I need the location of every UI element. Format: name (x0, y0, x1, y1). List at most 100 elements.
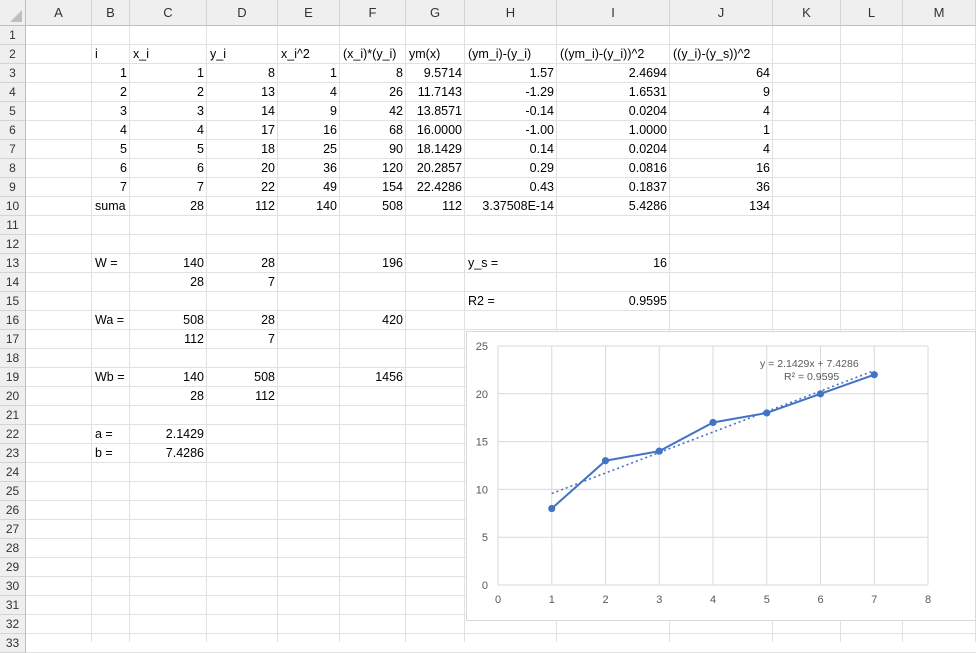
cell-e9[interactable]: 49 (278, 178, 340, 197)
row-header-23[interactable]: 23 (0, 444, 26, 463)
cell-h8[interactable]: 0.29 (465, 159, 557, 178)
cell-i6[interactable]: 1.0000 (557, 121, 670, 140)
cell-g9[interactable]: 22.4286 (406, 178, 465, 197)
cell-i10[interactable]: 5.4286 (557, 197, 670, 216)
cell-j4[interactable]: 9 (670, 83, 773, 102)
cell-j3[interactable]: 64 (670, 64, 773, 83)
cell-j8[interactable]: 16 (670, 159, 773, 178)
cell-f7[interactable]: 90 (340, 140, 406, 159)
cell-e3[interactable]: 1 (278, 64, 340, 83)
cell-e4[interactable]: 4 (278, 83, 340, 102)
cell-i2[interactable]: ((ym_i)-(y_i))^2 (557, 45, 670, 64)
row-header-1[interactable]: 1 (0, 26, 26, 45)
cell-b8[interactable]: 6 (92, 159, 130, 178)
row-header-18[interactable]: 18 (0, 349, 26, 368)
cell-i9[interactable]: 0.1837 (557, 178, 670, 197)
cell-g7[interactable]: 18.1429 (406, 140, 465, 159)
cell-c9[interactable]: 7 (130, 178, 207, 197)
row-header-25[interactable]: 25 (0, 482, 26, 501)
cell-b22[interactable]: a = (92, 425, 130, 444)
cell-c5[interactable]: 3 (130, 102, 207, 121)
cell-b4[interactable]: 2 (92, 83, 130, 102)
cell-b6[interactable]: 4 (92, 121, 130, 140)
cell-g8[interactable]: 20.2857 (406, 159, 465, 178)
cell-j10[interactable]: 134 (670, 197, 773, 216)
cell-f13[interactable]: 196 (340, 254, 406, 273)
row-header-26[interactable]: 26 (0, 501, 26, 520)
cell-c23[interactable]: 7.4286 (130, 444, 207, 463)
cell-h2[interactable]: (ym_i)-(y_i) (465, 45, 557, 64)
scatter-chart[interactable]: 0 1 2 3 4 5 6 7 8 0 5 10 15 20 25 y = 2.1429x + 7.4286 R… (466, 331, 976, 621)
cell-d13[interactable]: 28 (207, 254, 278, 273)
cell-h15[interactable]: R2 = (465, 292, 557, 311)
row-header-17[interactable]: 17 (0, 330, 26, 349)
cell-b2[interactable]: i (92, 45, 130, 64)
cell-d17[interactable]: 7 (207, 330, 278, 349)
row-header-12[interactable]: 12 (0, 235, 26, 254)
cell-b9[interactable]: 7 (92, 178, 130, 197)
cell-j9[interactable]: 36 (670, 178, 773, 197)
cell-h5[interactable]: -0.14 (465, 102, 557, 121)
column-header-b[interactable]: B (92, 0, 130, 26)
column-header-k[interactable]: K (773, 0, 841, 26)
row-header-24[interactable]: 24 (0, 463, 26, 482)
cell-i4[interactable]: 1.6531 (557, 83, 670, 102)
cell-f10[interactable]: 508 (340, 197, 406, 216)
cell-e5[interactable]: 9 (278, 102, 340, 121)
cell-c2[interactable]: x_i (130, 45, 207, 64)
row-header-6[interactable]: 6 (0, 121, 26, 140)
row-header-13[interactable]: 13 (0, 254, 26, 273)
row-header-31[interactable]: 31 (0, 596, 26, 615)
cell-d9[interactable]: 22 (207, 178, 278, 197)
cell-b13[interactable]: W = (92, 254, 130, 273)
cell-h3[interactable]: 1.57 (465, 64, 557, 83)
row-header-11[interactable]: 11 (0, 216, 26, 235)
cell-d10[interactable]: 112 (207, 197, 278, 216)
row-header-15[interactable]: 15 (0, 292, 26, 311)
row-header-14[interactable]: 14 (0, 273, 26, 292)
row-header-2[interactable]: 2 (0, 45, 26, 64)
row-header-32[interactable]: 32 (0, 615, 26, 634)
cell-b3[interactable]: 1 (92, 64, 130, 83)
cell-d14[interactable]: 7 (207, 273, 278, 292)
cell-c8[interactable]: 6 (130, 159, 207, 178)
cell-h9[interactable]: 0.43 (465, 178, 557, 197)
cell-f4[interactable]: 26 (340, 83, 406, 102)
cell-b10[interactable]: suma (92, 197, 130, 216)
cell-d20[interactable]: 112 (207, 387, 278, 406)
cell-c16[interactable]: 508 (130, 311, 207, 330)
row-header-33[interactable]: 33 (0, 634, 26, 653)
cell-c10[interactable]: 28 (130, 197, 207, 216)
cell-i5[interactable]: 0.0204 (557, 102, 670, 121)
cell-c13[interactable]: 140 (130, 254, 207, 273)
cell-b23[interactable]: b = (92, 444, 130, 463)
cell-d3[interactable]: 8 (207, 64, 278, 83)
column-header-h[interactable]: H (465, 0, 557, 26)
cell-d19[interactable]: 508 (207, 368, 278, 387)
cell-c4[interactable]: 2 (130, 83, 207, 102)
cell-c19[interactable]: 140 (130, 368, 207, 387)
cell-b5[interactable]: 3 (92, 102, 130, 121)
cell-c14[interactable]: 28 (130, 273, 207, 292)
cell-f16[interactable]: 420 (340, 311, 406, 330)
cell-i3[interactable]: 2.4694 (557, 64, 670, 83)
cell-g4[interactable]: 11.7143 (406, 83, 465, 102)
cell-e10[interactable]: 140 (278, 197, 340, 216)
row-header-20[interactable]: 20 (0, 387, 26, 406)
row-header-7[interactable]: 7 (0, 140, 26, 159)
column-header-g[interactable]: G (406, 0, 465, 26)
cell-f3[interactable]: 8 (340, 64, 406, 83)
cell-e2[interactable]: x_i^2 (278, 45, 340, 64)
row-header-10[interactable]: 10 (0, 197, 26, 216)
cell-f5[interactable]: 42 (340, 102, 406, 121)
cell-c20[interactable]: 28 (130, 387, 207, 406)
cell-g10[interactable]: 112 (406, 197, 465, 216)
cell-j6[interactable]: 1 (670, 121, 773, 140)
column-header-m[interactable]: M (903, 0, 976, 26)
cell-j5[interactable]: 4 (670, 102, 773, 121)
cell-i8[interactable]: 0.0816 (557, 159, 670, 178)
row-header-28[interactable]: 28 (0, 539, 26, 558)
cell-c6[interactable]: 4 (130, 121, 207, 140)
cell-e6[interactable]: 16 (278, 121, 340, 140)
cell-b16[interactable]: Wa = (92, 311, 130, 330)
